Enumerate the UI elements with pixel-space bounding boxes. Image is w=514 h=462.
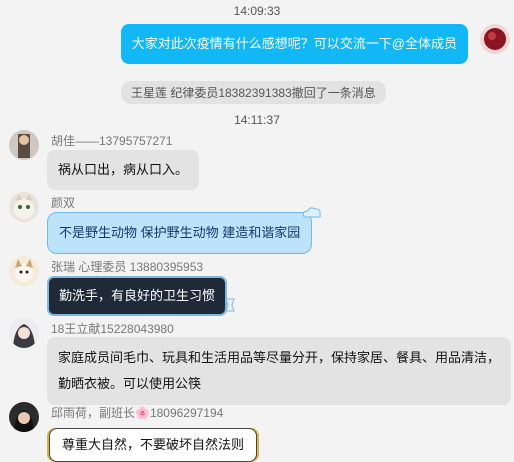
sender-avatar[interactable] [9,256,39,286]
cloud-decoration-icon [303,207,321,218]
sender-avatar[interactable] [9,192,39,222]
message-bubble[interactable]: 尊重大自然，不要破坏自然法则 [49,428,258,462]
sender-avatar[interactable] [9,318,39,348]
self-message-text: 大家对此次疫情有什么感想呢？可以交流一下@全体成员 [131,36,457,51]
avatar-image-icon [9,318,39,348]
avatar-image-icon [9,192,39,222]
message-text: 不是野生动物 保护野生动物 建造和谐家园 [59,225,301,240]
message-bubble[interactable]: 不是野生动物 保护野生动物 建造和谐家园 [47,212,313,254]
message-bubble[interactable]: 祸从口出，病从口入。 [47,150,200,190]
sender-avatar[interactable] [9,402,39,432]
sender-name: 邱雨荷，副班长🌸18096297194 [51,406,224,420]
avatar-image-icon [9,402,39,432]
avatar-image-icon [9,130,39,160]
timestamp: 14:09:33 [233,4,281,18]
avatar-image-icon [480,24,510,54]
message-text: 家庭成员间毛巾、玩具和生活用品等尽量分开，保持家居、餐具、用品清洁，勤晒衣被。可… [58,350,501,391]
message-text: 祸从口出，病从口入。 [58,162,189,177]
bubble-decoration-icon [225,298,235,312]
self-avatar[interactable] [480,24,510,54]
message-bubble[interactable]: 家庭成员间毛巾、玩具和生活用品等尽量分开，保持家居、餐具、用品清洁，勤晒衣被。可… [47,337,511,405]
message-text: 勤洗手，有良好的卫生习惯 [59,288,216,303]
self-message-bubble[interactable]: 大家对此次疫情有什么感想呢？可以交流一下@全体成员 [120,24,468,64]
sender-name: 胡佳——13795757271 [51,134,173,148]
sender-avatar[interactable] [9,130,39,160]
sender-name: 张瑞 心理委员 13880395953 [51,260,204,274]
message-bubble[interactable]: 勤洗手，有良好的卫生习惯 [47,276,228,316]
message-text: 尊重大自然，不要破坏自然法则 [62,437,245,452]
timestamp: 14:11:37 [234,113,280,127]
recall-notice: 王星莲 纪律委员18382391383撤回了一条消息 [121,81,386,104]
sender-name: 18王立献15228043980 [51,322,174,336]
avatar-image-icon [9,256,39,286]
sender-name: 颜双 [51,196,76,210]
